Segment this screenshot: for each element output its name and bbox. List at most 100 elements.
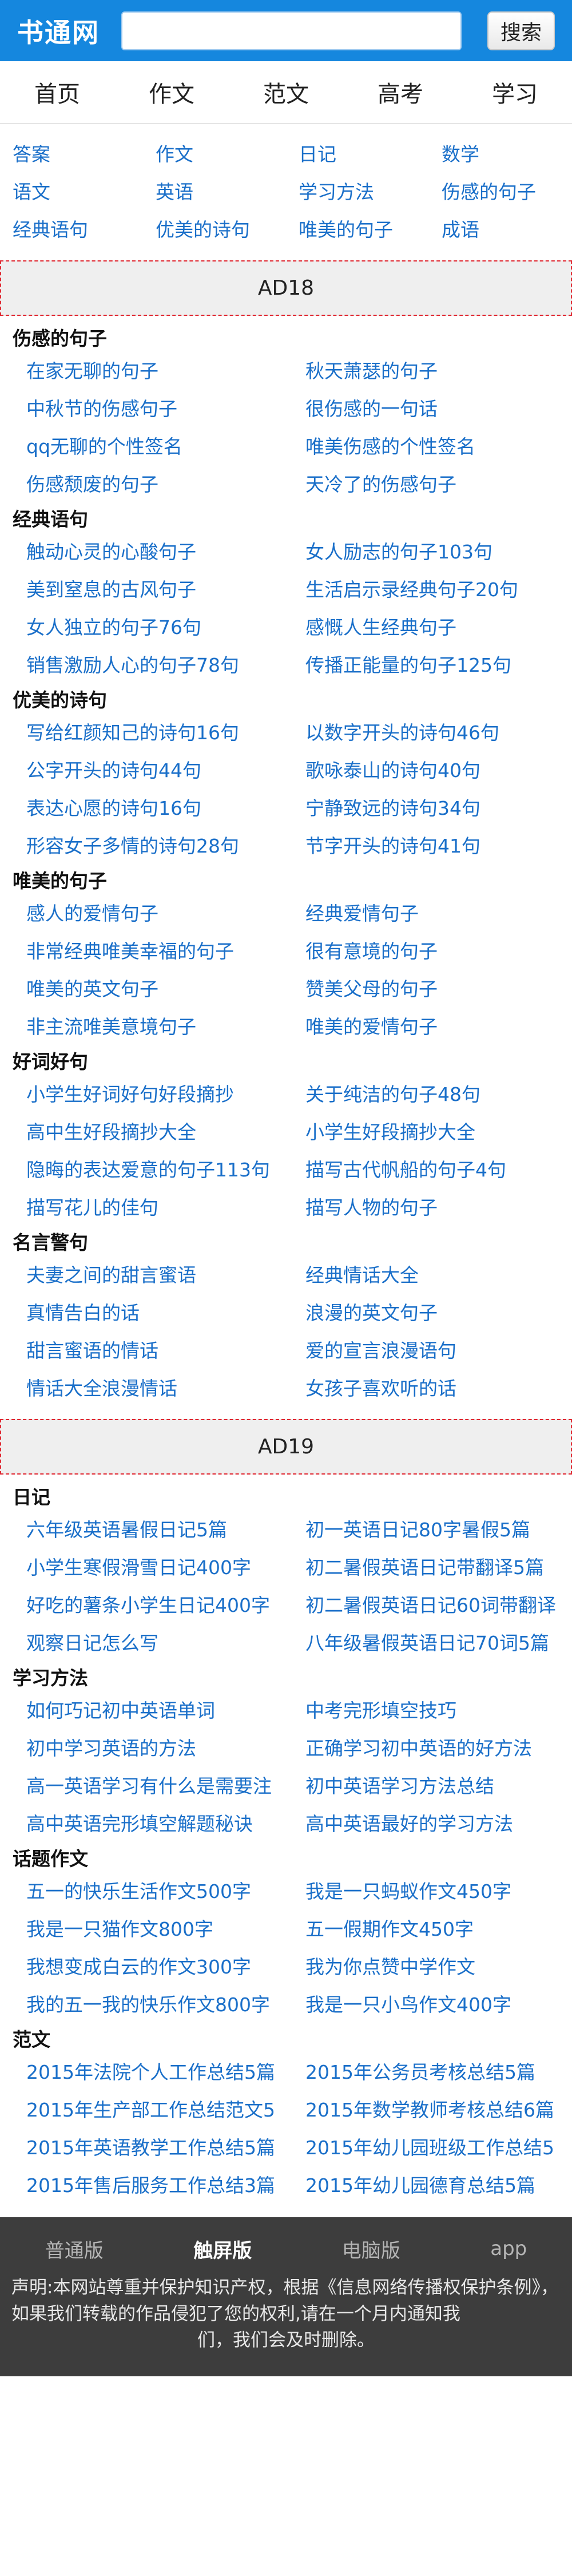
article-link[interactable]: 宁静致远的诗句34句 (305, 790, 572, 827)
article-link[interactable]: 夫妻之间的甜言蜜语 (26, 1257, 305, 1294)
article-link[interactable]: 描写古代帆船的句子4句 (305, 1151, 572, 1189)
article-link[interactable]: 赞美父母的句子 (305, 970, 572, 1008)
article-link[interactable]: 唯美的英文句子 (26, 970, 305, 1008)
article-link[interactable]: 以数字开头的诗句46句 (305, 714, 572, 752)
nav-item-study[interactable]: 学习 (492, 76, 538, 109)
article-link[interactable]: 节字开头的诗句41句 (305, 827, 572, 865)
article-link[interactable]: 很有意境的句子 (305, 933, 572, 970)
article-link[interactable]: 2015年售后服务工作总结3篇 (26, 2167, 305, 2205)
article-link[interactable]: 形容女子多情的诗句28句 (26, 827, 305, 865)
article-link[interactable]: 小学生寒假滑雪日记400字 (26, 1549, 305, 1587)
category-link[interactable]: 英语 (156, 173, 299, 211)
article-link[interactable]: 非主流唯美意境句子 (26, 1008, 305, 1046)
article-link[interactable]: 隐晦的表达爱意的句子113句 (26, 1151, 305, 1189)
article-link[interactable]: 我为你点赞中学作文 (305, 1948, 572, 1986)
article-link[interactable]: 2015年生产部工作总结范文5 (26, 2091, 305, 2129)
article-link[interactable]: 我是一只蚂蚁作文450字 (305, 1873, 572, 1911)
category-link[interactable]: 数学 (442, 136, 572, 173)
version-tab-app[interactable]: app (479, 2234, 538, 2264)
article-link[interactable]: 传播正能量的句子125句 (305, 647, 572, 684)
article-link[interactable]: 写给红颜知己的诗句16句 (26, 714, 305, 752)
article-link[interactable]: 六年级英语暑假日记5篇 (26, 1511, 305, 1549)
article-link[interactable]: 观察日记怎么写 (26, 1624, 305, 1662)
article-link[interactable]: 女人独立的句子76句 (26, 609, 305, 647)
article-link[interactable]: 女人励志的句子103句 (305, 533, 572, 571)
article-link[interactable]: 美到窒息的古风句子 (26, 571, 305, 609)
article-link[interactable]: 2015年幼儿园班级工作总结5 (305, 2129, 572, 2167)
category-link[interactable]: 作文 (156, 136, 299, 173)
article-link[interactable]: 初一英语日记80字暑假5篇 (305, 1511, 572, 1549)
article-link[interactable]: 伤感颓废的句子 (26, 466, 305, 504)
article-link[interactable]: 初二暑假英语日记带翻译5篇 (305, 1549, 572, 1587)
article-link[interactable]: 经典爱情句子 (305, 895, 572, 933)
article-link[interactable]: 情话大全浪漫情话 (26, 1370, 305, 1408)
article-link[interactable]: 秋天萧瑟的句子 (305, 352, 572, 390)
article-link[interactable]: qq无聊的个性签名 (26, 428, 305, 466)
article-link[interactable]: 我想变成白云的作文300字 (26, 1948, 305, 1986)
article-link[interactable]: 好吃的薯条小学生日记400字 (26, 1587, 305, 1624)
article-link[interactable]: 2015年数学教师考核总结6篇 (305, 2091, 572, 2129)
article-link[interactable]: 在家无聊的句子 (26, 352, 305, 390)
version-tab-standard[interactable]: 普通版 (34, 2232, 115, 2266)
category-link[interactable]: 日记 (299, 136, 442, 173)
article-link[interactable]: 描写花儿的佳句 (26, 1189, 305, 1227)
nav-item-samples[interactable]: 范文 (263, 76, 309, 109)
article-link[interactable]: 我是一只猫作文800字 (26, 1911, 305, 1948)
article-link[interactable]: 2015年法院个人工作总结5篇 (26, 2054, 305, 2091)
category-link[interactable]: 经典语句 (13, 211, 156, 249)
category-link[interactable]: 学习方法 (299, 173, 442, 211)
category-link[interactable]: 唯美的句子 (299, 211, 442, 249)
article-link[interactable]: 八年级暑假英语日记70词5篇 (305, 1624, 572, 1662)
article-link[interactable]: 关于纯洁的句子48句 (305, 1076, 572, 1113)
article-link[interactable]: 高中生好段摘抄大全 (26, 1113, 305, 1151)
category-link[interactable]: 成语 (442, 211, 572, 249)
article-link[interactable]: 高中英语完形填空解题秘诀 (26, 1805, 305, 1843)
nav-item-home[interactable]: 首页 (34, 76, 80, 109)
article-link[interactable]: 中秋节的伤感句子 (26, 390, 305, 428)
article-link[interactable]: 表达心愿的诗句16句 (26, 790, 305, 827)
article-link[interactable]: 初二暑假英语日记60词带翻译 (305, 1587, 572, 1624)
article-link[interactable]: 生活启示录经典句子20句 (305, 571, 572, 609)
version-tab-desktop[interactable]: 电脑版 (331, 2232, 412, 2266)
article-link[interactable]: 歌咏泰山的诗句40句 (305, 752, 572, 790)
search-input[interactable] (121, 11, 462, 50)
article-link[interactable]: 女孩子喜欢听的话 (305, 1370, 572, 1408)
article-link[interactable]: 触动心灵的心酸句子 (26, 533, 305, 571)
article-link[interactable]: 真情告白的话 (26, 1294, 305, 1332)
category-link[interactable]: 语文 (13, 173, 156, 211)
article-link[interactable]: 公字开头的诗句44句 (26, 752, 305, 790)
article-link[interactable]: 唯美的爱情句子 (305, 1008, 572, 1046)
article-link[interactable]: 非常经典唯美幸福的句子 (26, 933, 305, 970)
article-link[interactable]: 天冷了的伤感句子 (305, 466, 572, 504)
article-link[interactable]: 高一英语学习有什么是需要注 (26, 1767, 305, 1805)
article-link[interactable]: 很伤感的一句话 (305, 390, 572, 428)
category-link[interactable]: 答案 (13, 136, 156, 173)
article-link[interactable]: 感人的爱情句子 (26, 895, 305, 933)
article-link[interactable]: 描写人物的句子 (305, 1189, 572, 1227)
ad-banner[interactable]: AD19 (0, 1419, 572, 1475)
article-link[interactable]: 我的五一我的快乐作文800字 (26, 1986, 305, 2024)
article-link[interactable]: 唯美伤感的个性签名 (305, 428, 572, 466)
article-link[interactable]: 感慨人生经典句子 (305, 609, 572, 647)
nav-item-gaokao[interactable]: 高考 (378, 76, 423, 109)
article-link[interactable]: 2015年幼儿园德育总结5篇 (305, 2167, 572, 2205)
article-link[interactable]: 小学生好段摘抄大全 (305, 1113, 572, 1151)
search-button[interactable]: 搜索 (487, 11, 555, 50)
article-link[interactable]: 高中英语最好的学习方法 (305, 1805, 572, 1843)
article-link[interactable]: 浪漫的英文句子 (305, 1294, 572, 1332)
article-link[interactable]: 五一假期作文450字 (305, 1911, 572, 1948)
article-link[interactable]: 小学生好词好句好段摘抄 (26, 1076, 305, 1113)
article-link[interactable]: 初中英语学习方法总结 (305, 1767, 572, 1805)
ad-banner[interactable]: AD18 (0, 260, 572, 316)
article-link[interactable]: 2015年英语教学工作总结5篇 (26, 2129, 305, 2167)
article-link[interactable]: 我是一只小鸟作文400字 (305, 1986, 572, 2024)
version-tab-touch[interactable]: 触屏版 (182, 2232, 263, 2266)
article-link[interactable]: 爱的宣言浪漫语句 (305, 1332, 572, 1370)
article-link[interactable]: 经典情话大全 (305, 1257, 572, 1294)
article-link[interactable]: 销售激励人心的句子78句 (26, 647, 305, 684)
article-link[interactable]: 中考完形填空技巧 (305, 1692, 572, 1730)
article-link[interactable]: 如何巧记初中英语单词 (26, 1692, 305, 1730)
nav-item-composition[interactable]: 作文 (149, 76, 194, 109)
category-link[interactable]: 优美的诗句 (156, 211, 299, 249)
article-link[interactable]: 2015年公务员考核总结5篇 (305, 2054, 572, 2091)
